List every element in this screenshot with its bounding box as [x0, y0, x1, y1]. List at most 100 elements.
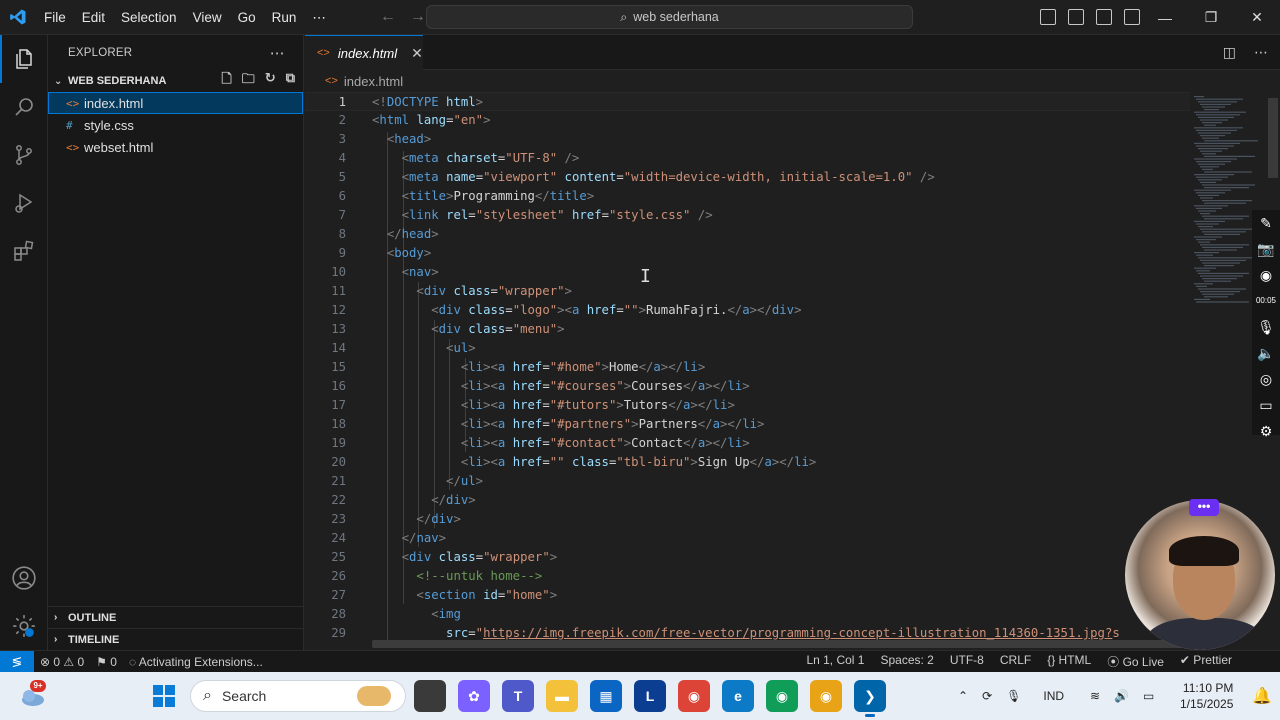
code-line: 4 <meta charset="UTF-8" /> — [305, 149, 1190, 168]
scrollbar-thumb[interactable] — [1268, 98, 1278, 178]
camera-icon[interactable]: 📷 — [1257, 240, 1274, 258]
sync-icon[interactable]: ⟳ — [982, 689, 992, 703]
chrome-profile-app-icon[interactable]: ◉ — [766, 680, 798, 712]
timeline-section[interactable]: › TIMELINE — [48, 628, 304, 650]
outline-section[interactable]: › OUTLINE — [48, 606, 304, 628]
new-folder-icon[interactable]: 🗀 — [242, 70, 255, 92]
indentation[interactable]: Spaces: 2 — [874, 653, 939, 670]
back-arrow-icon[interactable]: ← — [380, 8, 396, 26]
menu-view[interactable]: View — [185, 0, 230, 35]
run-debug-icon[interactable] — [0, 179, 48, 227]
forward-arrow-icon[interactable]: → — [410, 8, 426, 26]
speaker-icon[interactable]: 🔈 — [1257, 344, 1274, 362]
webcam-icon[interactable]: ◎ — [1260, 370, 1272, 388]
webcam-options-icon[interactable]: ••• — [1189, 499, 1219, 516]
menu-more[interactable]: ⋯ — [304, 0, 334, 35]
toggle-panel-icon[interactable] — [1068, 9, 1084, 25]
teams-app-icon[interactable]: T — [502, 680, 534, 712]
split-editor-icon[interactable]: ◫ — [1223, 44, 1236, 61]
menu-go[interactable]: Go — [230, 0, 264, 35]
minimap-line — [1204, 140, 1258, 142]
file-item[interactable]: <> index.html — [48, 92, 303, 114]
window-icon[interactable]: ▭ — [1259, 396, 1272, 414]
volume-icon[interactable]: 🔊 — [1114, 689, 1129, 703]
minimize-icon[interactable]: — — [1142, 0, 1188, 35]
battery-icon[interactable]: ▭ — [1143, 689, 1154, 703]
taskbar-search[interactable]: ⌕ Search — [190, 680, 406, 712]
folder-web-sederhana[interactable]: ⌄ WEB SEDERHANA 🗋 🗀 ↻ ⧉ — [48, 70, 303, 92]
language-indicator[interactable]: IND — [1043, 689, 1064, 703]
minimap-line — [1202, 231, 1246, 233]
menu-file[interactable]: File — [36, 0, 74, 35]
extensions-icon[interactable] — [0, 227, 48, 275]
store-app-icon[interactable]: ▦ — [590, 680, 622, 712]
breadcrumb-file[interactable]: index.html — [344, 74, 403, 89]
menu-run[interactable]: Run — [264, 0, 305, 35]
close-icon[interactable]: ✕ — [1234, 0, 1280, 35]
more-actions-icon[interactable]: ⋯ — [1254, 44, 1268, 61]
close-tab-icon[interactable]: ✕ — [411, 45, 423, 62]
edge-app-icon[interactable]: e — [722, 680, 754, 712]
folder-app-icon[interactable]: ▬ — [546, 680, 578, 712]
new-file-icon[interactable]: 🗋 — [221, 70, 231, 92]
explorer-title: EXPLORER — [68, 46, 133, 59]
prettier-status[interactable]: ✔ Prettier — [1174, 653, 1238, 670]
settings-icon[interactable]: ⚙ — [1260, 422, 1273, 440]
code-text: <head> — [386, 132, 432, 146]
language-mode[interactable]: {} HTML — [1041, 653, 1097, 670]
line-number: 12 — [331, 303, 346, 317]
collapse-all-icon[interactable]: ⧉ — [286, 70, 295, 92]
microphone-icon[interactable]: 🎙 — [1257, 318, 1275, 336]
vscode-app-icon[interactable]: ❯ — [854, 680, 886, 717]
minimap-line — [1200, 150, 1222, 152]
menu-edit[interactable]: Edit — [74, 0, 113, 35]
start-button[interactable] — [152, 684, 176, 711]
toggle-sidebar-icon[interactable] — [1040, 9, 1056, 25]
pen-icon[interactable]: ✎ — [1260, 214, 1272, 232]
search-sidebar-icon[interactable] — [0, 83, 48, 131]
clock[interactable]: 11:10 PM 1/15/2025 — [1180, 680, 1233, 712]
code-line: 1 <!DOCTYPE html> — [305, 92, 1190, 111]
code-text: </div> — [416, 512, 461, 526]
manage-gear-icon[interactable] — [0, 602, 48, 650]
menu-bar: File Edit Selection View Go Run ⋯ — [36, 0, 334, 35]
remote-indicator-icon[interactable]: ≶ — [0, 650, 34, 673]
file-explorer-app-icon[interactable] — [414, 680, 446, 712]
chrome-app-icon[interactable]: ◉ — [678, 680, 710, 712]
chrome-alt-app-icon[interactable]: ◉ — [810, 680, 842, 712]
menu-selection[interactable]: Selection — [113, 0, 185, 35]
tab-index-html[interactable]: <> index.html ✕ — [305, 35, 423, 70]
wifi-icon[interactable]: ≋ — [1090, 689, 1100, 703]
file-item[interactable]: <> webset.html — [48, 136, 303, 158]
refresh-icon[interactable]: ↻ — [265, 70, 276, 92]
source-control-icon[interactable] — [0, 131, 48, 179]
customize-layout-icon[interactable] — [1124, 9, 1140, 25]
file-item[interactable]: # style.css — [48, 114, 303, 136]
toggle-secondary-sidebar-icon[interactable] — [1096, 9, 1112, 25]
code-line: 14 <ul> — [305, 339, 1190, 358]
chevron-up-icon[interactable]: ⌃ — [958, 689, 968, 703]
code-editor[interactable]: 1 <!DOCTYPE html> 2 <html lang="en"> 3 <head… — [305, 92, 1190, 650]
layout-controls — [1040, 9, 1140, 25]
record-icon[interactable]: ◉ — [1260, 266, 1272, 284]
cursor-position[interactable]: Ln 1, Col 1 — [800, 653, 870, 670]
code-line: 6 <title>Programming</title> — [305, 187, 1190, 206]
go-live-button[interactable]: ⦿ Go Live — [1101, 653, 1170, 670]
problems-count[interactable]: ⊗ 0 ⚠ 0 — [34, 655, 90, 669]
explorer-more-icon[interactable]: ⋯ — [270, 44, 285, 62]
minimap-line — [1196, 301, 1249, 303]
notification-bell-icon[interactable]: 🔔 — [1252, 686, 1272, 706]
minimap-line — [1196, 192, 1225, 194]
html-file-icon: <> — [66, 96, 80, 110]
encoding[interactable]: UTF-8 — [944, 653, 990, 670]
l-app-app-icon[interactable]: L — [634, 680, 666, 712]
explorer-icon[interactable] — [0, 35, 48, 83]
account-icon[interactable] — [0, 554, 48, 602]
ports-count[interactable]: ⚑ 0 — [90, 655, 123, 669]
microphone-tray-icon[interactable]: 🎙 — [1006, 689, 1021, 703]
restore-icon[interactable]: ❐ — [1188, 0, 1234, 35]
copilot-app-icon[interactable]: ✿ — [458, 680, 490, 712]
command-center-search[interactable]: ⌕ web sederhana — [426, 5, 913, 29]
line-ending[interactable]: CRLF — [994, 653, 1037, 670]
horizontal-scrollbar[interactable] — [372, 640, 1182, 648]
